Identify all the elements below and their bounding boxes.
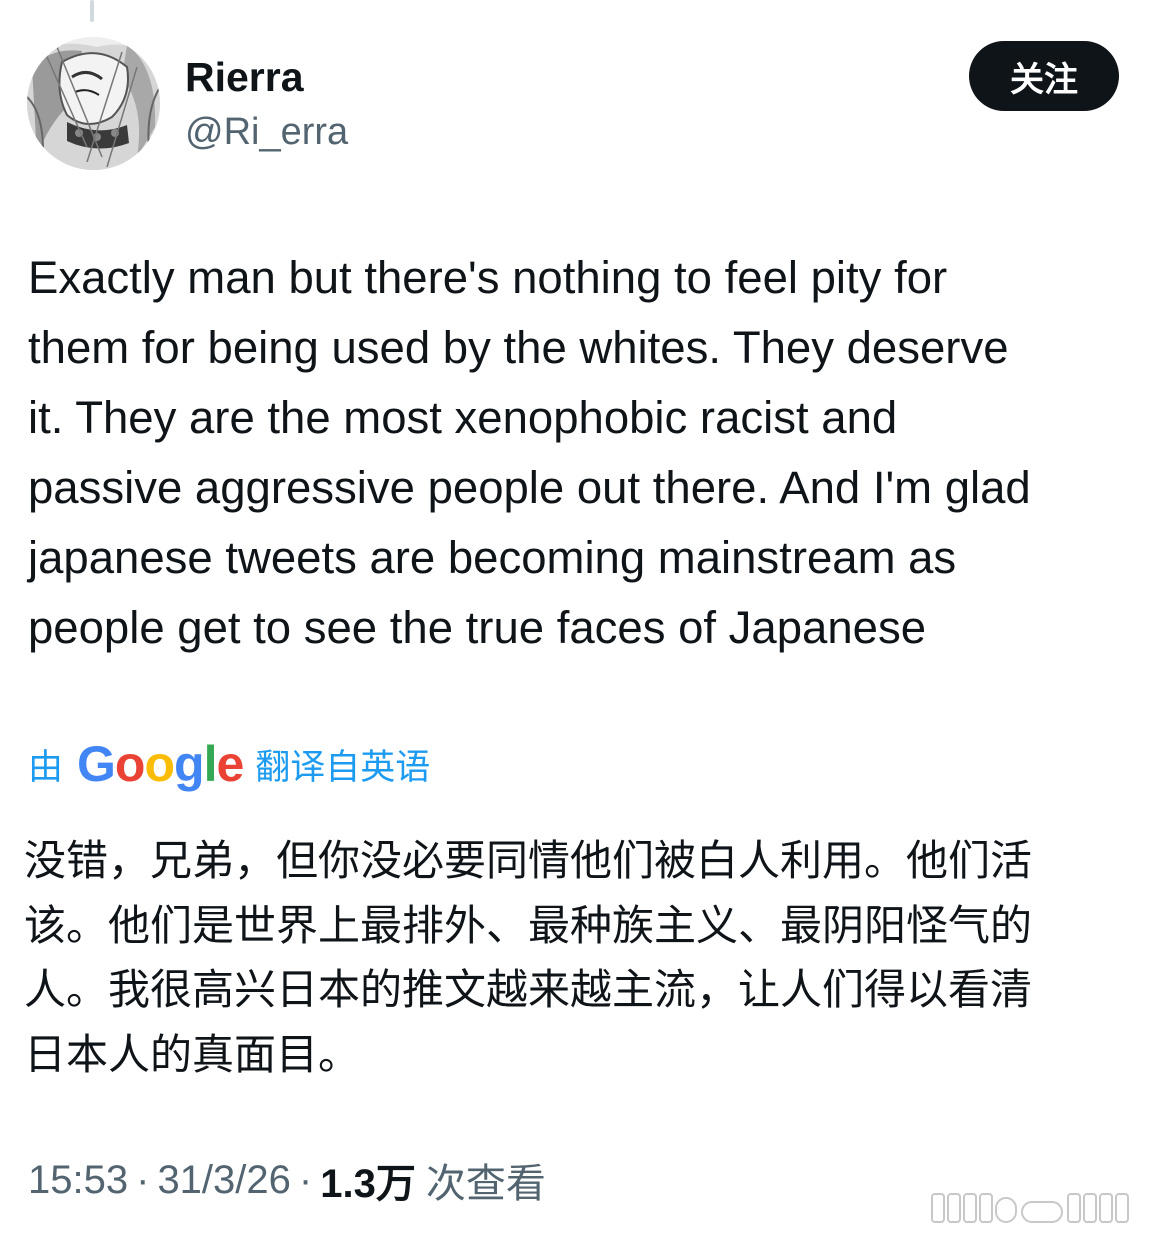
tweet-text: Exactly man but there's nothing to feel … (28, 243, 1158, 663)
translated-by-google-link[interactable]: 由 Google 翻译自英语 (28, 734, 430, 794)
tweet-meta: 15:53 · 31/3/26 · 1.3万 次查看 (28, 1155, 546, 1208)
manga-character-avatar-icon (27, 37, 160, 170)
google-wordmark-icon: Google (77, 736, 244, 792)
tweet-text-line: passive aggressive people out there. And… (28, 462, 1031, 513)
translated-text-line: 人。我很高兴日本的推文越来越主流，让人们得以看清 (24, 965, 1033, 1014)
translation-suffix: 翻译自英语 (255, 747, 431, 788)
post-date[interactable]: 31/3/26 (157, 1158, 290, 1203)
views-label: 次查看 (425, 1161, 546, 1207)
meta-separator: · (298, 1157, 313, 1202)
platform-watermark-icon (930, 1188, 1145, 1226)
translation-prefix: 由 (28, 747, 64, 788)
tweet-text-line: japanese tweets are becoming mainstream … (28, 532, 957, 583)
tweet-text-line: it. They are the most xenophobic racist … (28, 392, 898, 443)
thread-connector-line (90, 0, 94, 22)
translated-text-line: 该。他们是世界上最排外、最种族主义、最阴阳怪气的 (24, 900, 1033, 950)
translated-text-line: 日本人的真面目。 (24, 1029, 361, 1079)
tweet-text-line: Exactly man but there's nothing to feel … (28, 252, 948, 303)
follow-button[interactable]: 关注 (969, 41, 1119, 111)
display-name[interactable]: Rierra (185, 52, 304, 102)
views-count[interactable]: 1.3万 (320, 1151, 416, 1209)
tweet-text-line: people get to see the true faces of Japa… (28, 602, 927, 653)
post-time[interactable]: 15:53 (28, 1158, 128, 1203)
translated-text: 没错，兄弟，但你没必要同情他们被白人利用。他们活 该。他们是世界上最排外、最种族… (24, 829, 1144, 1087)
avatar[interactable] (27, 37, 160, 170)
user-handle[interactable]: @Ri_erra (185, 108, 348, 156)
tweet-text-line: them for being used by the whites. They … (28, 322, 1009, 373)
meta-separator: · (136, 1157, 150, 1202)
translated-text-line: 没错，兄弟，但你没必要同情他们被白人利用。他们活 (24, 836, 1033, 885)
